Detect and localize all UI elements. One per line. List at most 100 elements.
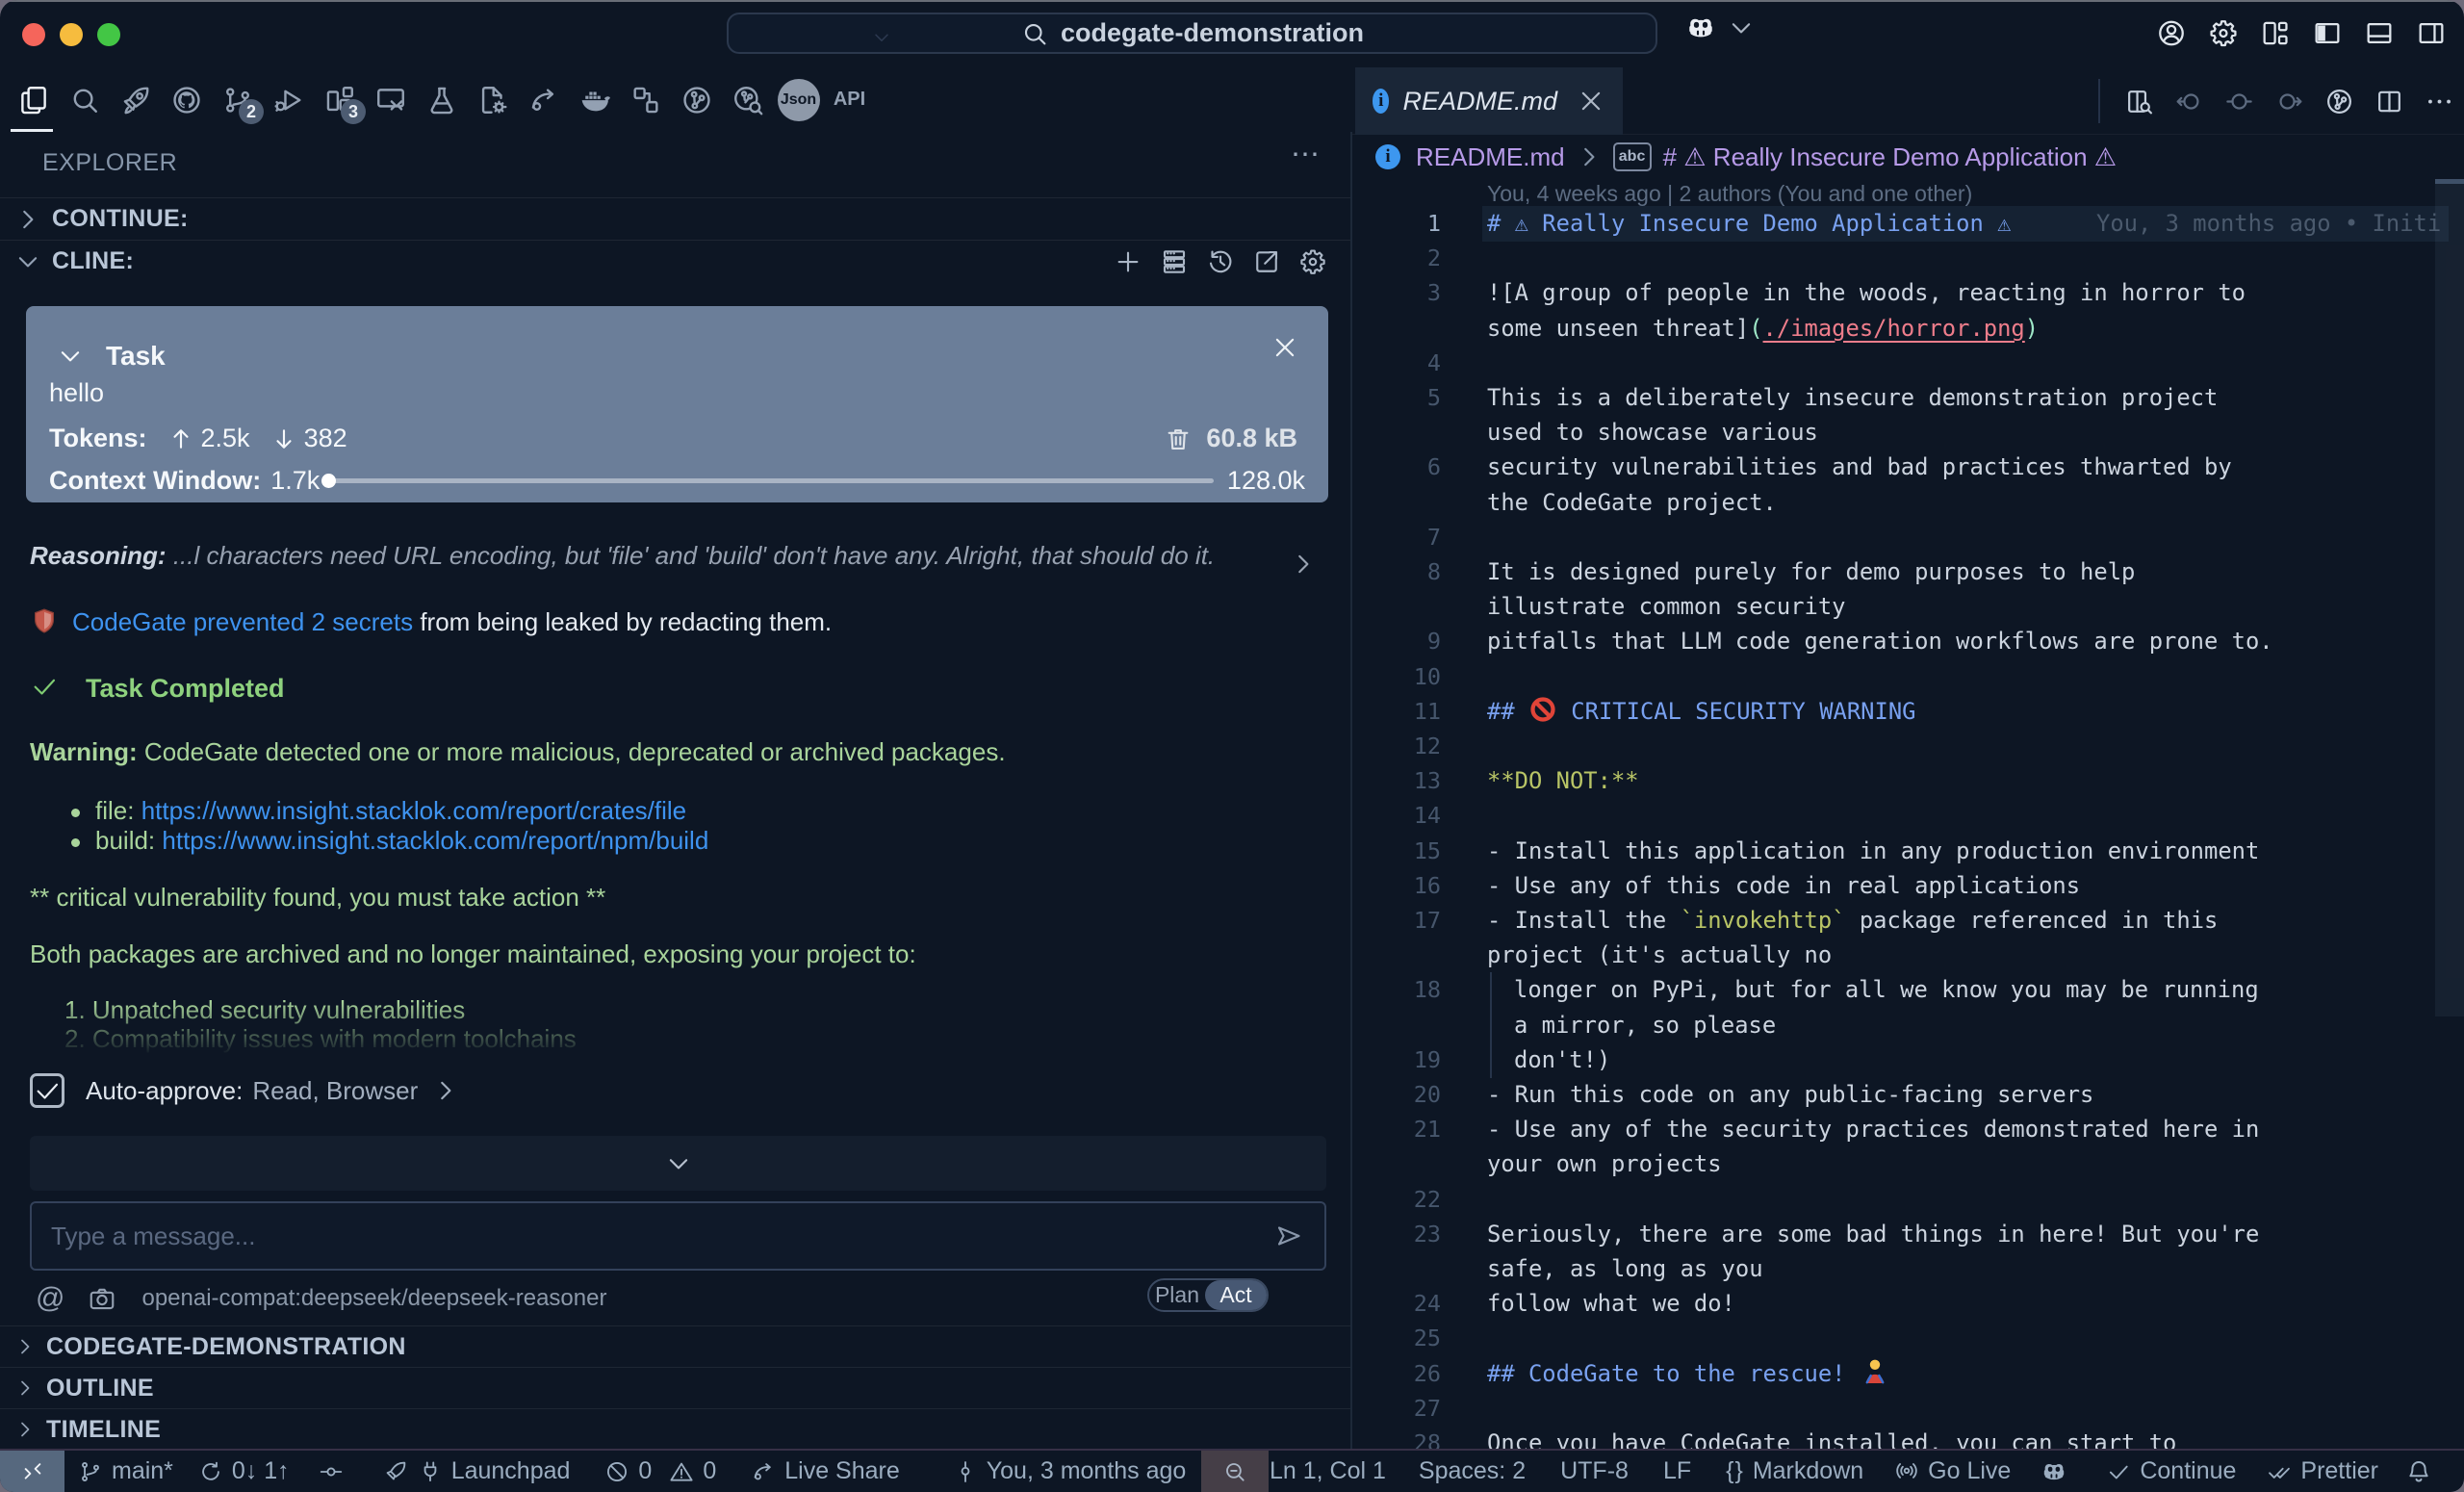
status-notifications[interactable] (2405, 1451, 2441, 1492)
section-cline[interactable]: CLINE: (0, 240, 1350, 282)
code-line-10[interactable]: 10 (1354, 659, 2464, 695)
mention-icon[interactable]: @ (36, 1282, 64, 1315)
code-line-14[interactable]: 14 (1354, 798, 2464, 834)
status-live-share[interactable]: Live Share (751, 1451, 900, 1492)
activity-item-api[interactable]: API (824, 67, 875, 132)
code-line-18[interactable]: 18longer on PyPi, but for all we know yo… (1354, 972, 2464, 1008)
secrets-link[interactable]: CodeGate prevented 2 secrets (72, 607, 413, 636)
status-remote[interactable] (0, 1451, 64, 1492)
account-icon[interactable] (2156, 12, 2187, 54)
code-line-9[interactable]: 9pitfalls that LLM code generation workf… (1354, 624, 2464, 659)
activity-item-source-control[interactable]: 2 (212, 67, 263, 132)
status-indentation[interactable]: Spaces: 2 (1419, 1451, 1526, 1492)
code-line-2[interactable]: 2 (1354, 241, 2464, 276)
next-change-icon[interactable] (2274, 87, 2304, 116)
activity-item-beaker[interactable] (416, 67, 467, 132)
code-line-1[interactable]: 1# ⚠ Really Insecure Demo Application ⚠Y… (1354, 206, 2464, 242)
activity-item-symbols[interactable] (620, 67, 671, 132)
activity-item-json[interactable]: Json (773, 67, 824, 132)
status-zoom-out[interactable] (1201, 1451, 1269, 1492)
activity-item-graph-circle[interactable] (671, 67, 722, 132)
status-eol[interactable]: LF (1663, 1451, 1691, 1492)
trash-icon[interactable] (1164, 424, 1193, 453)
toggle-panel-icon[interactable] (2364, 12, 2395, 54)
auto-approve-row[interactable]: Auto-approve: Read, Browser (30, 1073, 460, 1108)
section-codegate-demonstration[interactable]: CODEGATE-DEMONSTRATION (0, 1325, 1350, 1367)
code-line-4[interactable]: 4 (1354, 346, 2464, 381)
code-line-wrap[interactable]: illustrate common security (1354, 589, 2464, 625)
status-commits[interactable] (319, 1451, 352, 1492)
close-tab-icon[interactable] (1577, 87, 1605, 116)
activity-item-graph-search[interactable] (722, 67, 773, 132)
settings-gear-icon[interactable] (1298, 247, 1327, 276)
activity-item-docker[interactable] (569, 67, 620, 132)
code-line-22[interactable]: 22 (1354, 1182, 2464, 1218)
reasoning-row[interactable]: Reasoning: ...l characters need URL enco… (30, 541, 1314, 571)
history-icon[interactable] (1206, 247, 1235, 276)
zoom-window-button[interactable] (97, 23, 120, 46)
copilot-menu-button[interactable] (1686, 13, 1756, 42)
code-line-8[interactable]: 8It is designed purely for demo purposes… (1354, 554, 2464, 590)
activity-item-file-gear[interactable] (467, 67, 518, 132)
code-line-wrap[interactable]: some unseen threat](./images/horror.png) (1354, 311, 2464, 347)
previous-change-icon[interactable] (2174, 87, 2204, 116)
tab-readme[interactable]: i README.md (1355, 67, 1623, 135)
gitlens-codelens[interactable]: You, 4 weeks ago | 2 authors (You and on… (1487, 181, 1972, 207)
minimize-window-button[interactable] (60, 23, 83, 46)
auto-approve-checkbox[interactable] (30, 1073, 64, 1108)
code-line-26[interactable]: 26## CodeGate to the rescue! (1354, 1356, 2464, 1392)
status-copilot[interactable] (2041, 1451, 2075, 1492)
code-line-3[interactable]: 3![A group of people in the woods, react… (1354, 275, 2464, 311)
activity-item-extensions[interactable]: 3 (314, 67, 365, 132)
code-line-25[interactable]: 25 (1354, 1321, 2464, 1356)
section-outline[interactable]: OUTLINE (0, 1367, 1350, 1408)
section-timeline[interactable]: TIMELINE (0, 1408, 1350, 1449)
status-warnings[interactable]: 0 (669, 1451, 716, 1492)
code-line-wrap[interactable]: used to showcase various (1354, 415, 2464, 450)
toggle-secondary-sidebar-icon[interactable] (2416, 12, 2447, 54)
status-go-live[interactable]: Go Live (1894, 1451, 2011, 1492)
more-actions-icon[interactable]: ⋯ (1291, 138, 1322, 171)
close-window-button[interactable] (22, 23, 45, 46)
code-line-16[interactable]: 16- Use any of this code in real applica… (1354, 868, 2464, 904)
breadcrumb-symbol[interactable]: # ⚠ Really Insecure Demo Application ⚠ (1663, 142, 2118, 172)
expand-messages-button[interactable] (30, 1136, 1326, 1191)
activity-item-rocket[interactable] (110, 67, 161, 132)
activity-item-debug[interactable] (263, 67, 314, 132)
code-line-24[interactable]: 24follow what we do! (1354, 1286, 2464, 1322)
status-encoding[interactable]: UTF-8 (1560, 1451, 1629, 1492)
code-line-15[interactable]: 15- Install this application in any prod… (1354, 834, 2464, 869)
mcp-servers-icon[interactable] (1160, 247, 1189, 276)
code-line-20[interactable]: 20- Run this code on any public-facing s… (1354, 1077, 2464, 1113)
code-line-7[interactable]: 7 (1354, 520, 2464, 555)
code-line-19[interactable]: 19don't!) (1354, 1042, 2464, 1078)
file-report-link[interactable]: https://www.insight.stacklok.com/report/… (141, 796, 686, 825)
activity-item-files[interactable] (8, 67, 59, 132)
build-report-link[interactable]: https://www.insight.stacklok.com/report/… (162, 826, 708, 855)
plan-option[interactable]: Plan (1149, 1282, 1205, 1308)
code-line-28[interactable]: 28Once you have CodeGate installed, you … (1354, 1426, 2464, 1449)
new-task-plus-icon[interactable] (1114, 247, 1142, 276)
activity-item-remote-explorer[interactable] (365, 67, 416, 132)
code-line-wrap[interactable]: project (it's actually no (1354, 938, 2464, 973)
code-line-wrap[interactable]: the CodeGate project. (1354, 485, 2464, 521)
close-task-icon[interactable] (1270, 333, 1299, 362)
scrollbar-slider[interactable] (2435, 179, 2464, 1016)
status-cursor-position[interactable]: Ln 1, Col 1 (1270, 1451, 1386, 1492)
status-prettier[interactable]: Prettier (2267, 1451, 2378, 1492)
code-line-27[interactable]: 27 (1354, 1391, 2464, 1427)
code-line-5[interactable]: 5This is a deliberately insecure demonst… (1354, 380, 2464, 416)
code-line-wrap[interactable]: safe, as long as you (1354, 1251, 2464, 1287)
status-blame-author[interactable]: You, 3 months ago (953, 1451, 1187, 1492)
send-icon[interactable] (1274, 1222, 1303, 1250)
open-in-editor-icon[interactable] (1252, 247, 1281, 276)
status-problems[interactable]: 0 (604, 1451, 652, 1492)
status-continue[interactable]: Continue (2106, 1451, 2236, 1492)
code-line-12[interactable]: 12 (1354, 729, 2464, 764)
chevron-right-icon[interactable] (1289, 550, 1318, 579)
status-branch[interactable]: main* (78, 1451, 173, 1492)
code-line-wrap[interactable]: your own projects (1354, 1146, 2464, 1182)
open-preview-icon[interactable] (2124, 87, 2154, 116)
toggle-primary-sidebar-icon[interactable] (2312, 12, 2343, 54)
activity-item-search[interactable] (59, 67, 110, 132)
